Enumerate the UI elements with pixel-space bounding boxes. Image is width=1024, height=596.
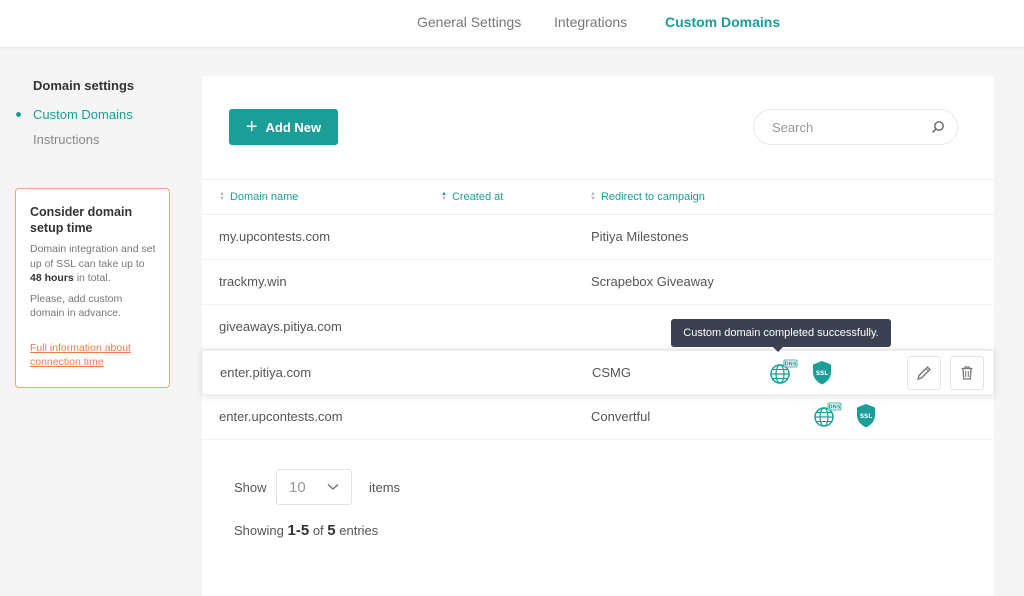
column-domain-name[interactable]: ▲ ▼ Domain name [219, 191, 298, 203]
plus-icon: + [245, 116, 258, 138]
domain-cell: enter.upcontests.com [219, 409, 343, 424]
trash-icon [961, 366, 973, 380]
tab-integrations[interactable]: Integrations [554, 14, 627, 30]
sort-icon: ▲ ▼ [590, 191, 596, 202]
campaign-cell: Scrapebox Giveaway [591, 274, 714, 289]
svg-text:DNS: DNS [785, 362, 797, 368]
edit-button[interactable] [907, 356, 941, 390]
delete-button[interactable] [950, 356, 984, 390]
table-row[interactable]: trackmy.win Scrapebox Giveaway [202, 260, 994, 305]
entries-summary: Showing 1-5 of 5 entries [234, 522, 379, 539]
notice-text-2: Please, add custom domain in advance. [30, 292, 123, 320]
notice-text: Domain integration and set up of SSL can… [30, 243, 156, 284]
table-row[interactable]: my.upcontests.com Pitiya Milestones [202, 215, 994, 260]
active-dot-icon [16, 112, 21, 117]
search-box [753, 109, 958, 145]
svg-text:DNS: DNS [829, 405, 841, 411]
svg-text:SSL: SSL [860, 413, 872, 420]
ssl-shield-icon[interactable]: SSL [855, 403, 877, 429]
domains-card: + Add New ▲▼ Domain name ▲▼ Created at ▲… [202, 76, 994, 596]
show-label: Show [234, 480, 267, 495]
items-label: items [369, 480, 401, 495]
sidebar-item-instructions[interactable]: Instructions [33, 132, 99, 147]
campaign-cell: CSMG [592, 365, 631, 380]
svg-text:SSL: SSL [816, 370, 828, 377]
top-nav: General Settings Integrations Custom Dom… [0, 0, 1024, 48]
sort-icon: ▲ ▼ [219, 191, 225, 202]
pencil-icon [917, 366, 931, 380]
sidebar-title: Domain settings [33, 78, 135, 93]
sidebar-item-custom-domains[interactable]: Custom Domains [33, 107, 133, 122]
dns-globe-icon[interactable]: DNS [768, 359, 798, 385]
dns-globe-icon[interactable]: DNS [812, 402, 842, 428]
add-new-button[interactable]: + Add New [229, 109, 338, 145]
domain-cell: my.upcontests.com [219, 229, 331, 244]
table-row[interactable]: enter.upcontests.com Convertful DNS SSL [202, 395, 994, 440]
campaign-cell: Convertful [591, 409, 651, 424]
domain-cell: trackmy.win [219, 274, 287, 289]
campaign-cell: Pitiya Milestones [591, 229, 689, 244]
domain-cell: giveaways.pitiya.com [219, 319, 342, 334]
domain-cell: enter.pitiya.com [220, 365, 312, 380]
ssl-shield-icon[interactable]: SSL [811, 360, 833, 386]
tab-custom-domains[interactable]: Custom Domains [665, 14, 780, 30]
tab-general-settings[interactable]: General Settings [417, 14, 521, 30]
page-size-select[interactable]: 10 [276, 469, 352, 505]
sort-asc-icon: ▲ ▼ [441, 191, 447, 202]
column-redirect-to-campaign[interactable]: ▲ ▼ Redirect to campaign [590, 191, 705, 203]
search-icon[interactable] [931, 120, 945, 134]
notice-title: Consider domain setup time [30, 205, 133, 235]
search-input[interactable] [772, 119, 922, 135]
column-created-at[interactable]: ▲ ▼ Created at [441, 191, 503, 203]
chevron-down-icon [327, 483, 339, 491]
setup-time-notice: Consider domain setup time Domain integr… [15, 188, 170, 388]
table-header: ▲ ▼ Domain name ▲ ▼ Created at ▲ ▼ Redirect… [202, 179, 994, 215]
status-tooltip: Custom domain completed successfully. [671, 319, 891, 352]
full-info-link[interactable]: Full information about connection time [30, 341, 157, 370]
table-row-hovered[interactable]: enter.pitiya.com CSMG DNS SSL [202, 350, 994, 395]
